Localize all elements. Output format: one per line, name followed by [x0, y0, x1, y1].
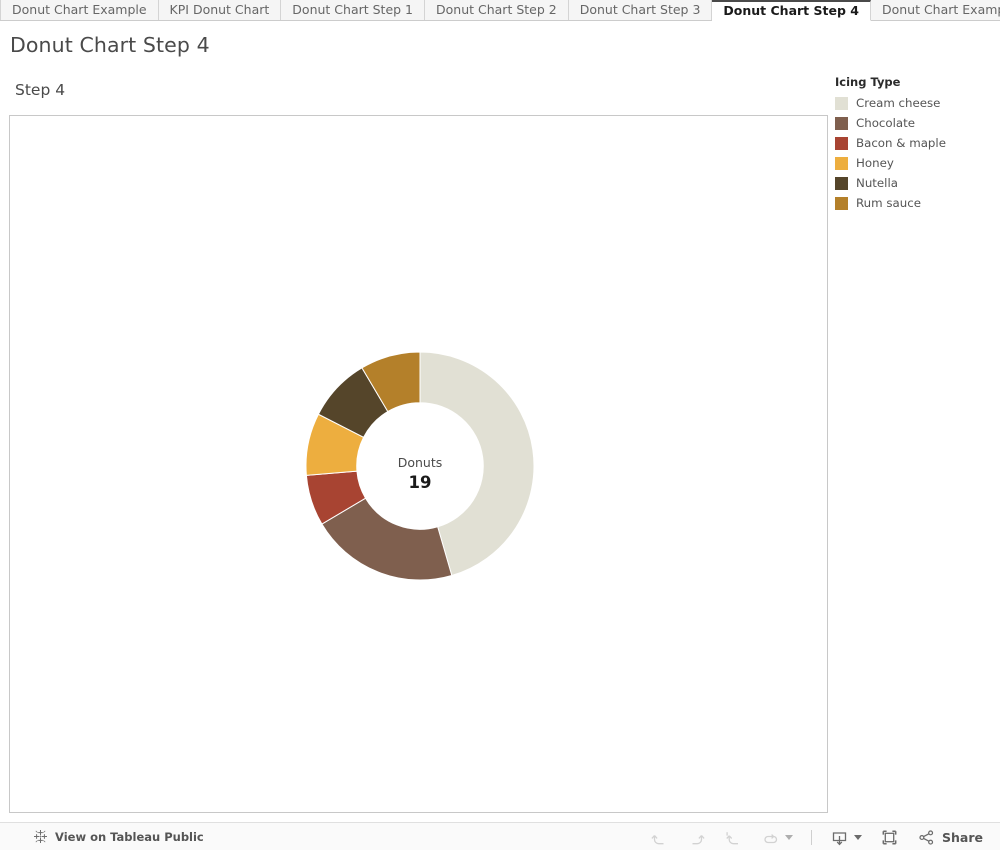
legend-color-swatch [835, 197, 848, 210]
legend-color-swatch [835, 157, 848, 170]
tableau-logo-icon [33, 829, 48, 844]
legend-item[interactable]: Cream cheese [835, 93, 995, 113]
legend-item-label: Rum sauce [856, 196, 921, 210]
redo-icon [687, 828, 706, 847]
share-icon [917, 828, 936, 847]
view-on-tableau-public-label: View on Tableau Public [55, 830, 204, 844]
legend-item-label: Nutella [856, 176, 898, 190]
legend-color-swatch [835, 177, 848, 190]
download-dropdown-caret[interactable] [854, 835, 862, 840]
donut-center-label: Donuts [305, 455, 535, 470]
legend-item-label: Honey [856, 156, 894, 170]
tab-donut-chart-step-3[interactable]: Donut Chart Step 3 [569, 0, 713, 20]
donut-chart[interactable]: Donuts 19 [305, 351, 535, 581]
download-icon [830, 828, 849, 847]
refresh-button[interactable] [752, 823, 802, 851]
revert-icon [724, 828, 743, 847]
color-legend: Icing Type Cream cheese Chocolate Bacon & … [835, 75, 995, 213]
share-button[interactable]: Share [908, 823, 992, 851]
bottom-toolbar: View on Tableau Public [0, 822, 1000, 850]
worksheet-title: Step 4 [15, 81, 65, 99]
legend-item[interactable]: Nutella [835, 173, 995, 193]
share-label: Share [942, 830, 983, 845]
tab-donut-chart-step-2[interactable]: Donut Chart Step 2 [425, 0, 569, 20]
worksheet-frame: Donuts 19 [9, 115, 828, 813]
tab-donut-chart-step-1[interactable]: Donut Chart Step 1 [281, 0, 425, 20]
redo-button[interactable] [678, 823, 715, 851]
toolbar-divider [811, 830, 812, 845]
tab-list: Donut Chart ExampleKPI Donut ChartDonut … [1, 0, 1000, 20]
toolbar-controls: Share [641, 823, 992, 851]
legend-color-swatch [835, 117, 848, 130]
tab-donut-chart-step-4[interactable]: Donut Chart Step 4 [712, 0, 871, 21]
legend-item[interactable]: Honey [835, 153, 995, 173]
legend-item-label: Bacon & maple [856, 136, 946, 150]
refresh-icon [761, 828, 780, 847]
refresh-dropdown-caret[interactable] [785, 835, 793, 840]
tab-kpi-donut-chart[interactable]: KPI Donut Chart [159, 0, 282, 20]
fullscreen-icon [880, 828, 899, 847]
legend-item-label: Chocolate [856, 116, 915, 130]
undo-icon [650, 828, 669, 847]
legend-color-swatch [835, 97, 848, 110]
legend-item[interactable]: Rum sauce [835, 193, 995, 213]
legend-title: Icing Type [835, 75, 995, 89]
fullscreen-button[interactable] [871, 823, 908, 851]
tab-donut-chart-examples-2[interactable]: Donut Chart Examples 2 [871, 0, 1000, 20]
view-on-tableau-public-link[interactable]: View on Tableau Public [33, 829, 204, 844]
donut-center-value: 19 [305, 473, 535, 492]
worksheet-tab-bar: Donut Chart ExampleKPI Donut ChartDonut … [0, 0, 1000, 21]
tab-donut-chart-example[interactable]: Donut Chart Example [1, 0, 159, 20]
legend-item[interactable]: Bacon & maple [835, 133, 995, 153]
legend-color-swatch [835, 137, 848, 150]
download-button[interactable] [821, 823, 871, 851]
legend-item[interactable]: Chocolate [835, 113, 995, 133]
legend-item-list: Cream cheese Chocolate Bacon & maple Honey N… [835, 93, 995, 213]
page-title: Donut Chart Step 4 [10, 33, 210, 57]
legend-item-label: Cream cheese [856, 96, 940, 110]
undo-button[interactable] [641, 823, 678, 851]
revert-button[interactable] [715, 823, 752, 851]
